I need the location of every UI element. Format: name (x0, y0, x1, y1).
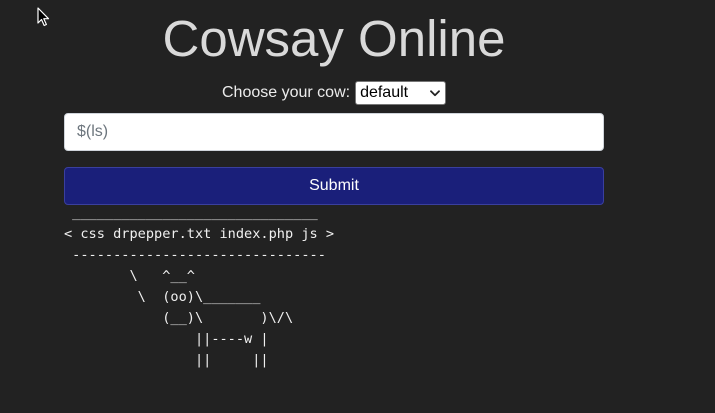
cow-select[interactable]: default (355, 81, 447, 105)
chevron-down-icon (430, 89, 440, 96)
message-input[interactable] (64, 113, 604, 151)
page: Cowsay Online Choose your cow: default S… (0, 0, 715, 413)
cowsay-output: ______________________________ < css drp… (64, 205, 335, 368)
choose-cow-label: Choose your cow: (222, 84, 351, 101)
page-title: Cowsay Online (162, 10, 506, 67)
submit-button[interactable]: Submit (64, 167, 604, 205)
cow-select-value: default (360, 84, 409, 101)
cow-chooser-row: Choose your cow: default (222, 81, 447, 105)
